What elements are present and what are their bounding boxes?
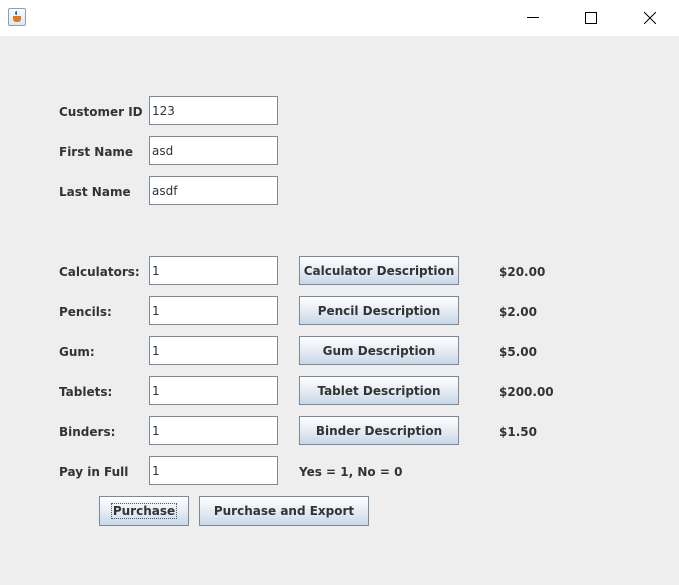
pencils-label: Pencils: (59, 305, 112, 319)
tablet-price: $200.00 (499, 385, 554, 399)
purchase-button[interactable]: Purchase (99, 496, 189, 526)
binder-price: $1.50 (499, 425, 537, 439)
minimize-button[interactable] (510, 0, 556, 36)
pencil-price: $2.00 (499, 305, 537, 319)
maximize-icon (585, 12, 597, 24)
pencils-quantity-field[interactable] (149, 296, 278, 325)
customer-id-field[interactable] (149, 96, 278, 125)
purchase-and-export-button[interactable]: Purchase and Export (199, 496, 369, 526)
last-name-label: Last Name (59, 185, 131, 199)
customer-id-label: Customer ID (59, 105, 143, 119)
calculator-description-button[interactable]: Calculator Description (299, 256, 459, 285)
last-name-field[interactable] (149, 176, 278, 205)
gum-description-button[interactable]: Gum Description (299, 336, 459, 365)
tablets-label: Tablets: (59, 385, 113, 399)
title-bar (0, 0, 679, 36)
pay-in-full-hint: Yes = 1, No = 0 (299, 465, 403, 479)
binders-quantity-field[interactable] (149, 416, 278, 445)
maximize-button[interactable] (568, 0, 614, 36)
java-icon (8, 8, 26, 26)
pencil-description-button[interactable]: Pencil Description (299, 296, 459, 325)
binder-description-button[interactable]: Binder Description (299, 416, 459, 445)
gum-label: Gum: (59, 345, 95, 359)
purchase-button-label: Purchase (110, 503, 178, 519)
calculator-price: $20.00 (499, 265, 546, 279)
binders-label: Binders: (59, 425, 116, 439)
pay-in-full-label: Pay in Full (59, 465, 129, 479)
gum-quantity-field[interactable] (149, 336, 278, 365)
tablet-description-button[interactable]: Tablet Description (299, 376, 459, 405)
tablets-quantity-field[interactable] (149, 376, 278, 405)
calculators-label: Calculators: (59, 265, 140, 279)
close-button[interactable] (627, 0, 673, 36)
pay-in-full-field[interactable] (149, 456, 278, 485)
minimize-icon (527, 17, 539, 18)
first-name-field[interactable] (149, 136, 278, 165)
gum-price: $5.00 (499, 345, 537, 359)
close-icon (644, 12, 656, 24)
calculators-quantity-field[interactable] (149, 256, 278, 285)
first-name-label: First Name (59, 145, 134, 159)
